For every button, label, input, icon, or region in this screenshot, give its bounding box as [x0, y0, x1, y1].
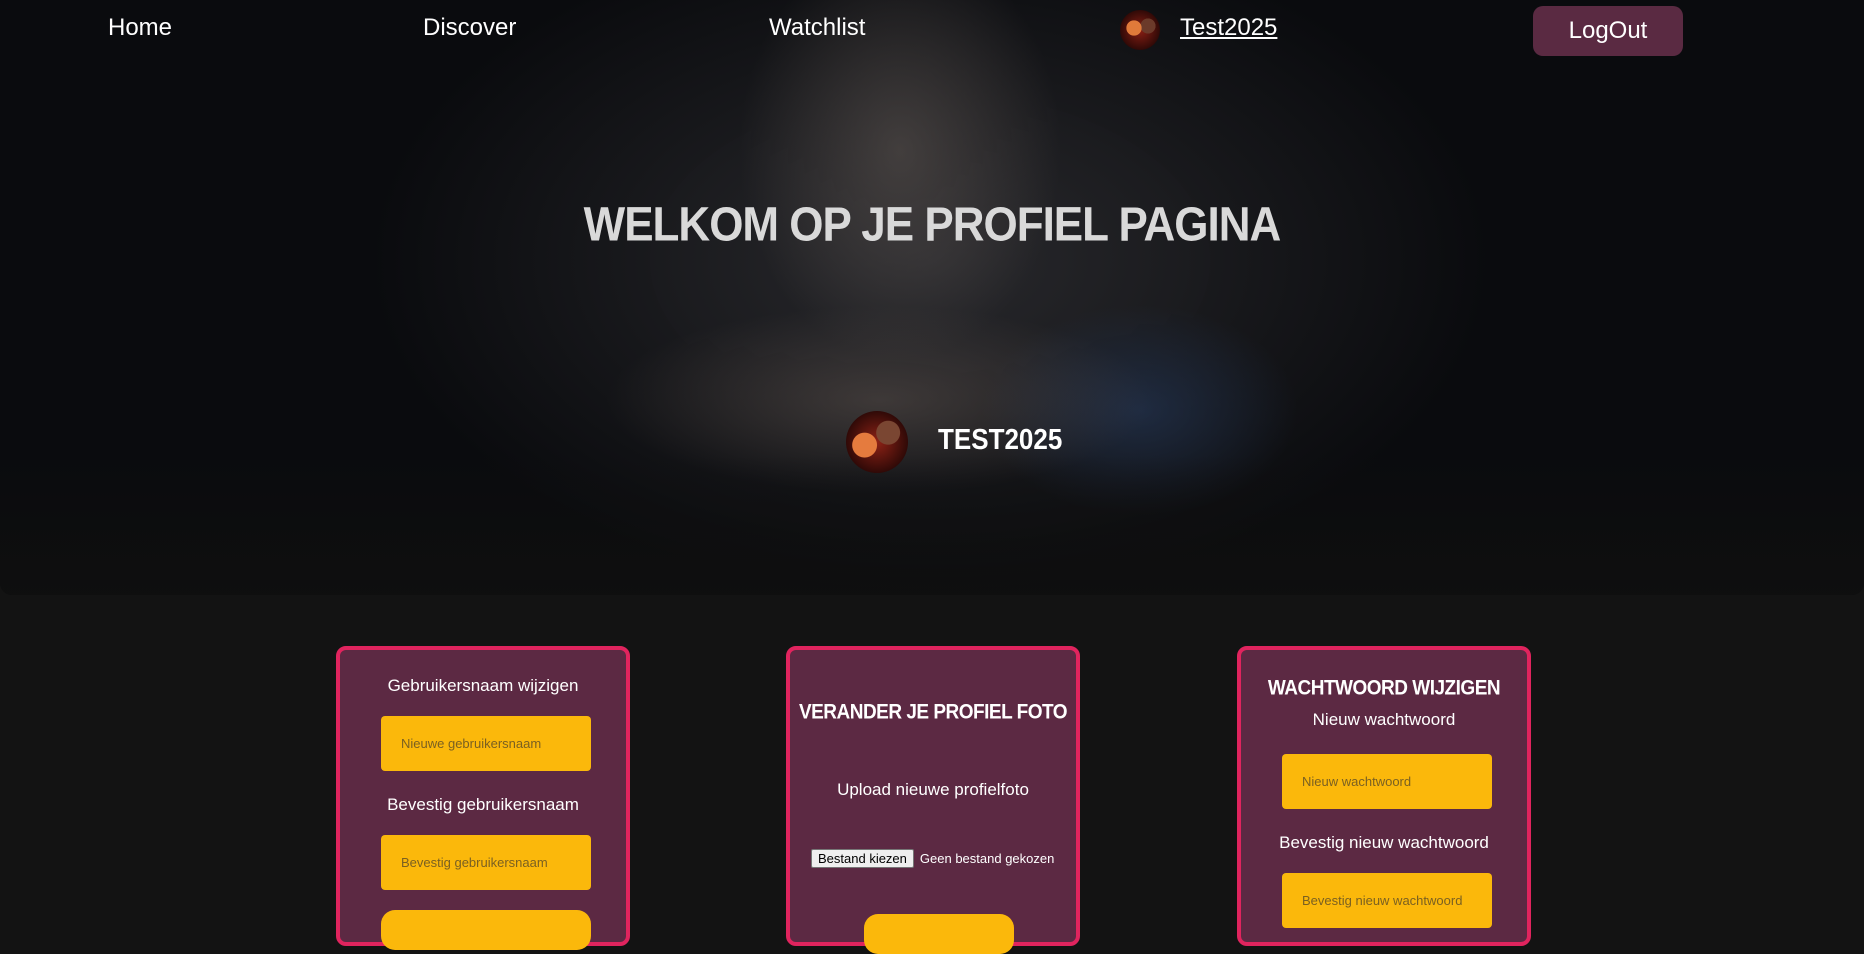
upload-photo-button[interactable]: [864, 914, 1014, 954]
confirm-password-label: Bevestig nieuw wachtwoord: [1279, 833, 1489, 852]
nav-discover-link[interactable]: Discover: [423, 14, 516, 42]
save-username-button[interactable]: [381, 910, 591, 950]
file-status-text: Geen bestand gekozen: [919, 851, 1055, 866]
logout-button[interactable]: LogOut: [1533, 6, 1683, 56]
change-password-heading: WACHTWOORD WIJZIGEN: [1267, 676, 1501, 700]
change-username-card: Gebruikersnaam wijzigen Bevestig gebruik…: [336, 646, 630, 950]
nav-avatar[interactable]: [1120, 10, 1160, 50]
nav-home-link[interactable]: Home: [108, 14, 172, 42]
change-photo-heading: VERANDER JE PROFIEL FOTO: [798, 700, 1068, 724]
new-username-label: Gebruikersnaam wijzigen: [387, 676, 579, 695]
page-title: WELKOM OP JE PROFIEL PAGINA: [583, 197, 1282, 252]
profile-avatar: [846, 411, 908, 473]
new-password-label: Nieuw wachtwoord: [1312, 710, 1456, 729]
hero-banner: [0, 0, 1864, 595]
upload-photo-label: Upload nieuwe profielfoto: [837, 780, 1029, 799]
nav-watchlist-link[interactable]: Watchlist: [769, 14, 865, 42]
confirm-username-label: Bevestig gebruikersnaam: [387, 795, 579, 814]
new-password-input[interactable]: [1282, 754, 1492, 809]
confirm-password-input[interactable]: [1282, 873, 1492, 928]
change-password-card: WACHTWOORD WIJZIGEN Nieuw wachtwoord Bev…: [1237, 646, 1531, 946]
confirm-username-input[interactable]: [381, 835, 591, 890]
nav-profile-link[interactable]: Test2025: [1180, 14, 1277, 42]
file-picker: Bestand kiezen Geen bestand gekozen: [811, 849, 1054, 868]
choose-file-button[interactable]: Bestand kiezen: [811, 849, 914, 868]
top-navigation: Home Discover Watchlist Test2025 LogOut: [0, 0, 1864, 62]
change-photo-card: VERANDER JE PROFIEL FOTO Upload nieuwe p…: [786, 646, 1080, 954]
profile-username: TEST2025: [938, 422, 1063, 456]
new-username-input[interactable]: [381, 716, 591, 771]
